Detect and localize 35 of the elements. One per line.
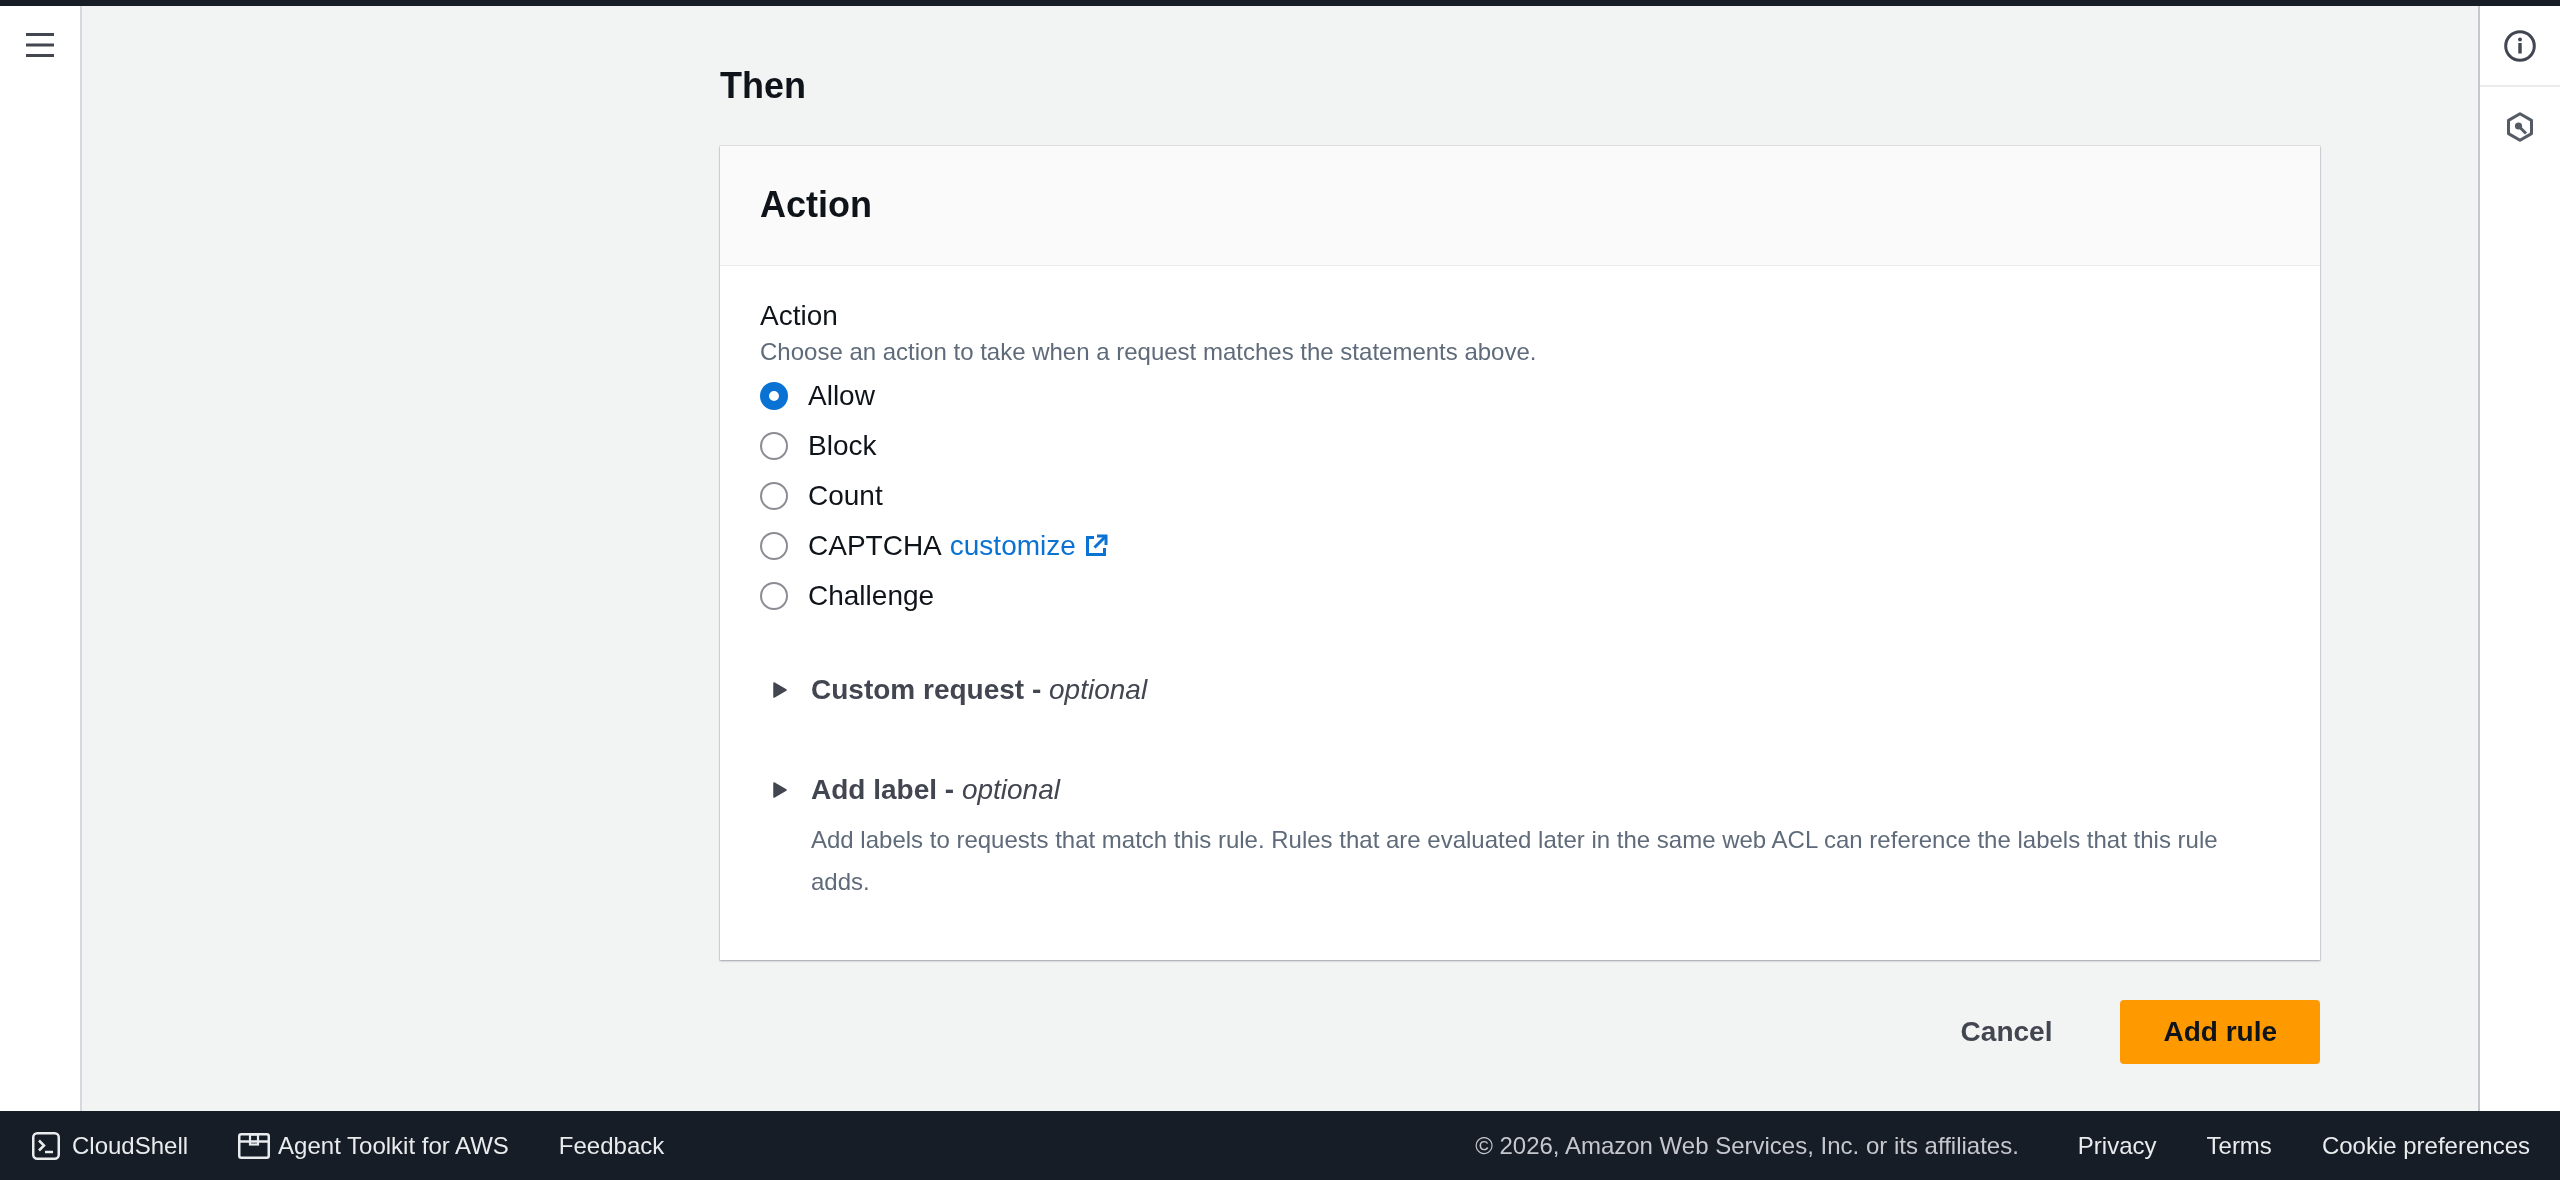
radio-label[interactable]: CAPTCHA <box>808 526 942 566</box>
footer-button[interactable]: CloudShell <box>32 1129 189 1162</box>
terminal-icon <box>32 1131 60 1160</box>
radio-button[interactable] <box>760 382 788 410</box>
window-icon <box>238 1132 271 1159</box>
section-heading: Then <box>720 64 806 108</box>
footer-button[interactable]: Agent Toolkit for AWS <box>238 1129 509 1162</box>
add-rule-button[interactable]: Add rule <box>2120 1000 2320 1064</box>
card-title: Action <box>760 183 872 227</box>
expander-toggle[interactable]: Custom request - optional <box>773 670 1148 710</box>
radio-button[interactable] <box>760 482 788 510</box>
menu-icon[interactable] <box>26 33 54 57</box>
radio-button[interactable] <box>760 432 788 460</box>
section-description: Add labels to requests that match this rule. Rules that are evaluated later in the same web ACL can reference the labels that this rule adds. <box>811 825 2219 897</box>
expander-toggle[interactable]: Add label - optional <box>773 770 1060 810</box>
info-icon[interactable] <box>2504 29 2536 62</box>
field-label: Action <box>760 299 838 333</box>
radio-button[interactable] <box>760 532 788 560</box>
footer-link[interactable]: Cookie preferences <box>2321 1129 2530 1162</box>
radio-label[interactable]: Challenge <box>808 576 935 616</box>
footer-link[interactable]: Privacy <box>2077 1129 2157 1162</box>
hexagon-icon[interactable] <box>2506 112 2534 142</box>
radio-label[interactable]: Allow <box>808 376 875 416</box>
cancel-button[interactable]: Cancel <box>1920 1000 2093 1064</box>
radio-label[interactable]: Count <box>808 476 883 516</box>
radio-label[interactable]: Block <box>808 426 877 466</box>
external-link-icon <box>1083 534 1108 558</box>
caret-icon[interactable] <box>773 682 787 698</box>
radio-button[interactable] <box>760 582 788 610</box>
footer-link[interactable]: Terms <box>2206 1129 2272 1162</box>
caret-icon[interactable] <box>773 782 787 798</box>
field-description: Choose an action to take when a request matches the statements above. <box>760 337 1537 367</box>
copyright-text: © 2026, Amazon Web Services, Inc. or its affiliates. <box>1475 1130 2019 1161</box>
customize-link[interactable]: customize <box>949 526 1108 566</box>
footer-link[interactable]: Feedback <box>558 1129 665 1162</box>
